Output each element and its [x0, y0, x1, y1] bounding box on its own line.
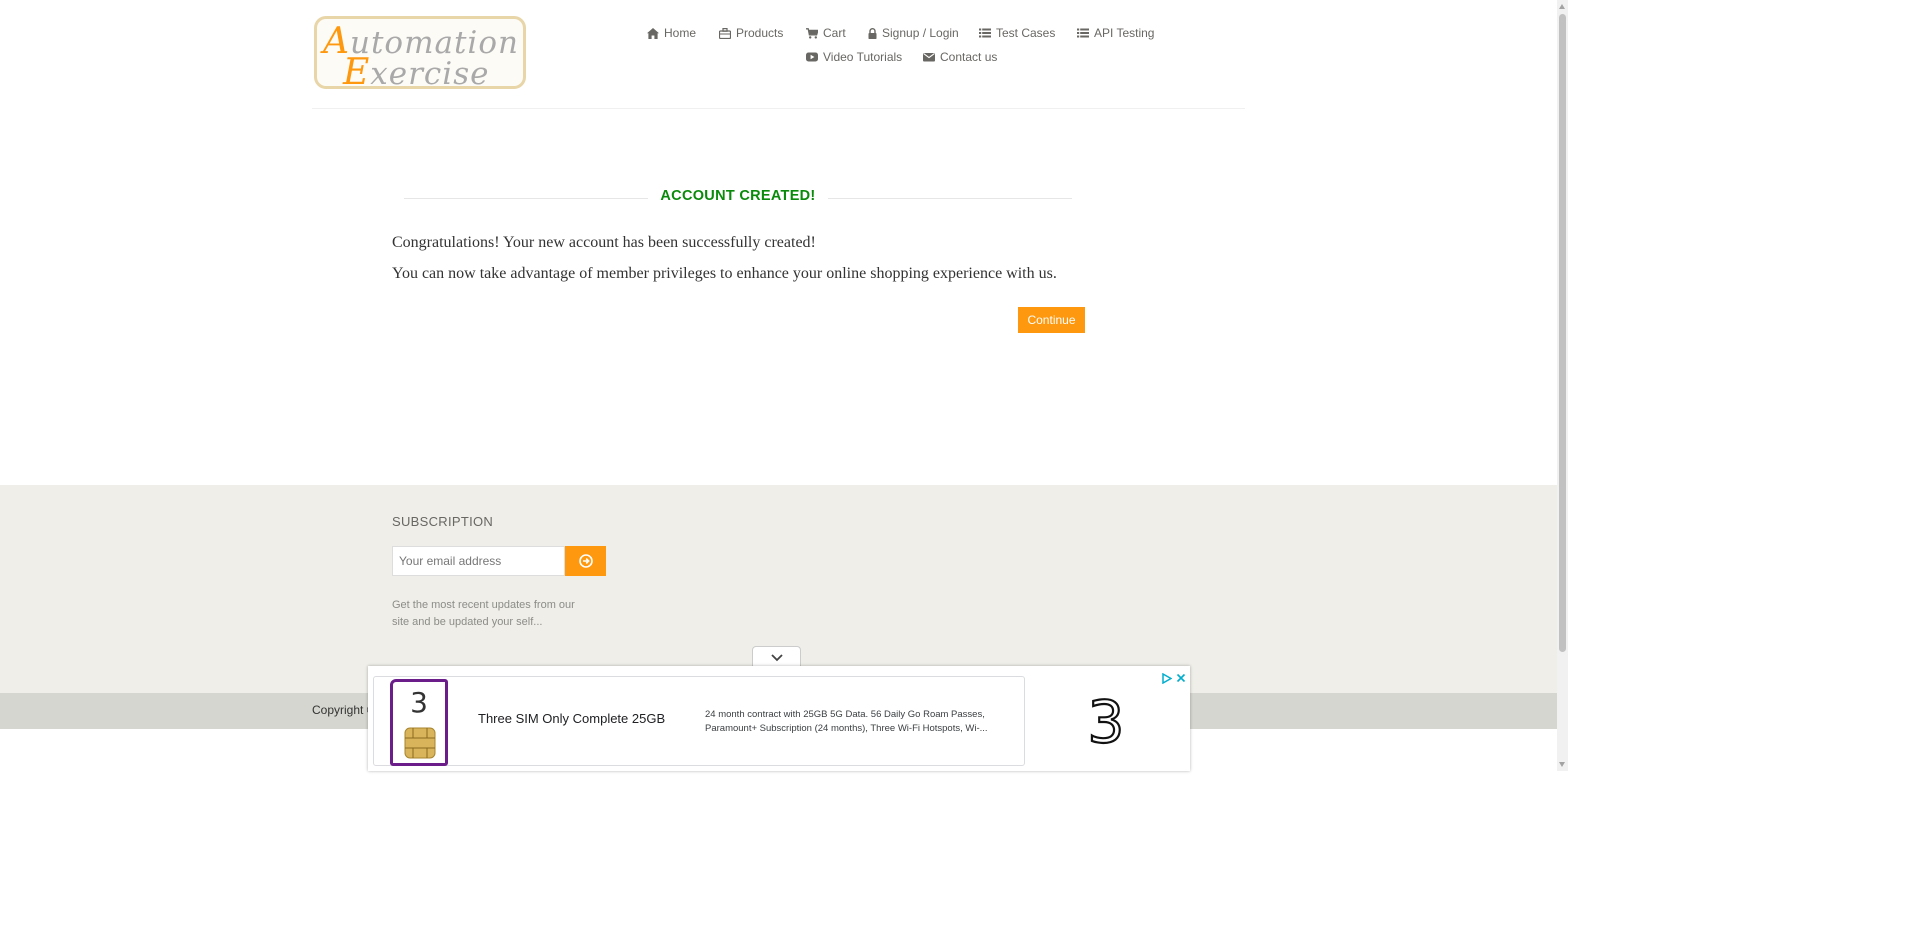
copyright-text: Copyright ©: [312, 703, 376, 717]
nav-contact-us-label: Contact us: [940, 50, 998, 64]
lock-icon: [868, 27, 877, 39]
nav-signup-login-label: Signup / Login: [882, 26, 959, 40]
nav-test-cases[interactable]: Test Cases: [979, 26, 1055, 40]
nav-video-tutorials-label: Video Tutorials: [823, 50, 903, 64]
chevron-down-icon: [770, 653, 783, 661]
list-icon: [979, 28, 991, 38]
home-icon: [647, 27, 659, 39]
envelope-icon: [923, 53, 935, 62]
three-logo-small-icon: 3: [404, 686, 436, 759]
scroll-up-arrow[interactable]: [1559, 4, 1565, 9]
ad-description: 24 month contract with 25GB 5G Data. 56 …: [705, 709, 988, 734]
svg-text:3: 3: [410, 686, 428, 719]
site-header: Automation Exercise: [312, 0, 1245, 109]
logo-line-2: Exercise: [343, 52, 490, 93]
page-scrollbar[interactable]: [1557, 0, 1568, 771]
subscribe-button[interactable]: [565, 546, 606, 576]
adchoices-icon[interactable]: [1162, 671, 1173, 689]
subscription-title: SUBSCRIPTION: [392, 514, 494, 529]
ad-banner: 3 Three SIM Only Complete 25GB 24 month …: [368, 666, 1190, 771]
nav-signup-login[interactable]: Signup / Login: [868, 26, 959, 40]
congratulations-message: Congratulations! Your new account has be…: [392, 234, 816, 251]
scrollbar-thumb[interactable]: [1559, 14, 1566, 652]
nav-products-label: Products: [736, 26, 784, 40]
ad-close-icon[interactable]: [1176, 670, 1186, 688]
youtube-play-icon: [806, 52, 818, 62]
nav-video-tutorials[interactable]: Video Tutorials: [806, 50, 902, 64]
briefcase-icon: [719, 27, 731, 39]
nav-cart-label: Cart: [823, 26, 846, 40]
nav-api-testing-label: API Testing: [1094, 26, 1155, 40]
ad-headline[interactable]: Three SIM Only Complete 25GB: [478, 711, 665, 726]
list-icon: [1077, 28, 1089, 38]
scroll-down-arrow[interactable]: [1559, 762, 1565, 767]
three-logo[interactable]: 3: [1081, 687, 1131, 757]
nav-api-testing[interactable]: API Testing: [1077, 26, 1154, 40]
ad-collapse-toggle[interactable]: [752, 646, 801, 668]
ad-logo-text: 3: [1088, 690, 1125, 752]
logo-line-2-text: xercise: [370, 56, 490, 92]
nav-contact-us[interactable]: Contact us: [923, 50, 997, 64]
three-brand-logo-icon: 3: [1086, 687, 1125, 757]
account-created-title-row: ACCOUNT CREATED!: [404, 187, 1072, 209]
continue-button[interactable]: Continue: [1018, 307, 1085, 333]
nav-cart[interactable]: Cart: [806, 26, 846, 40]
subscription-email-input[interactable]: [392, 546, 565, 576]
member-privileges-message: You can now take advantage of member pri…: [392, 265, 1057, 282]
nav-test-cases-label: Test Cases: [996, 26, 1056, 40]
subscription-description: Get the most recent updates from our sit…: [392, 599, 575, 628]
ad-card[interactable]: 3 Three SIM Only Complete 25GB 24 month …: [373, 676, 1025, 766]
nav-home[interactable]: Home: [647, 26, 696, 40]
nav-home-label: Home: [664, 26, 697, 40]
site-logo[interactable]: Automation Exercise: [314, 16, 526, 93]
arrow-circle-right-icon: [578, 554, 593, 568]
sim-card-image: 3: [390, 679, 448, 766]
cart-icon: [806, 27, 818, 39]
account-created-title: ACCOUNT CREATED!: [660, 188, 816, 204]
nav-products[interactable]: Products: [719, 26, 783, 40]
